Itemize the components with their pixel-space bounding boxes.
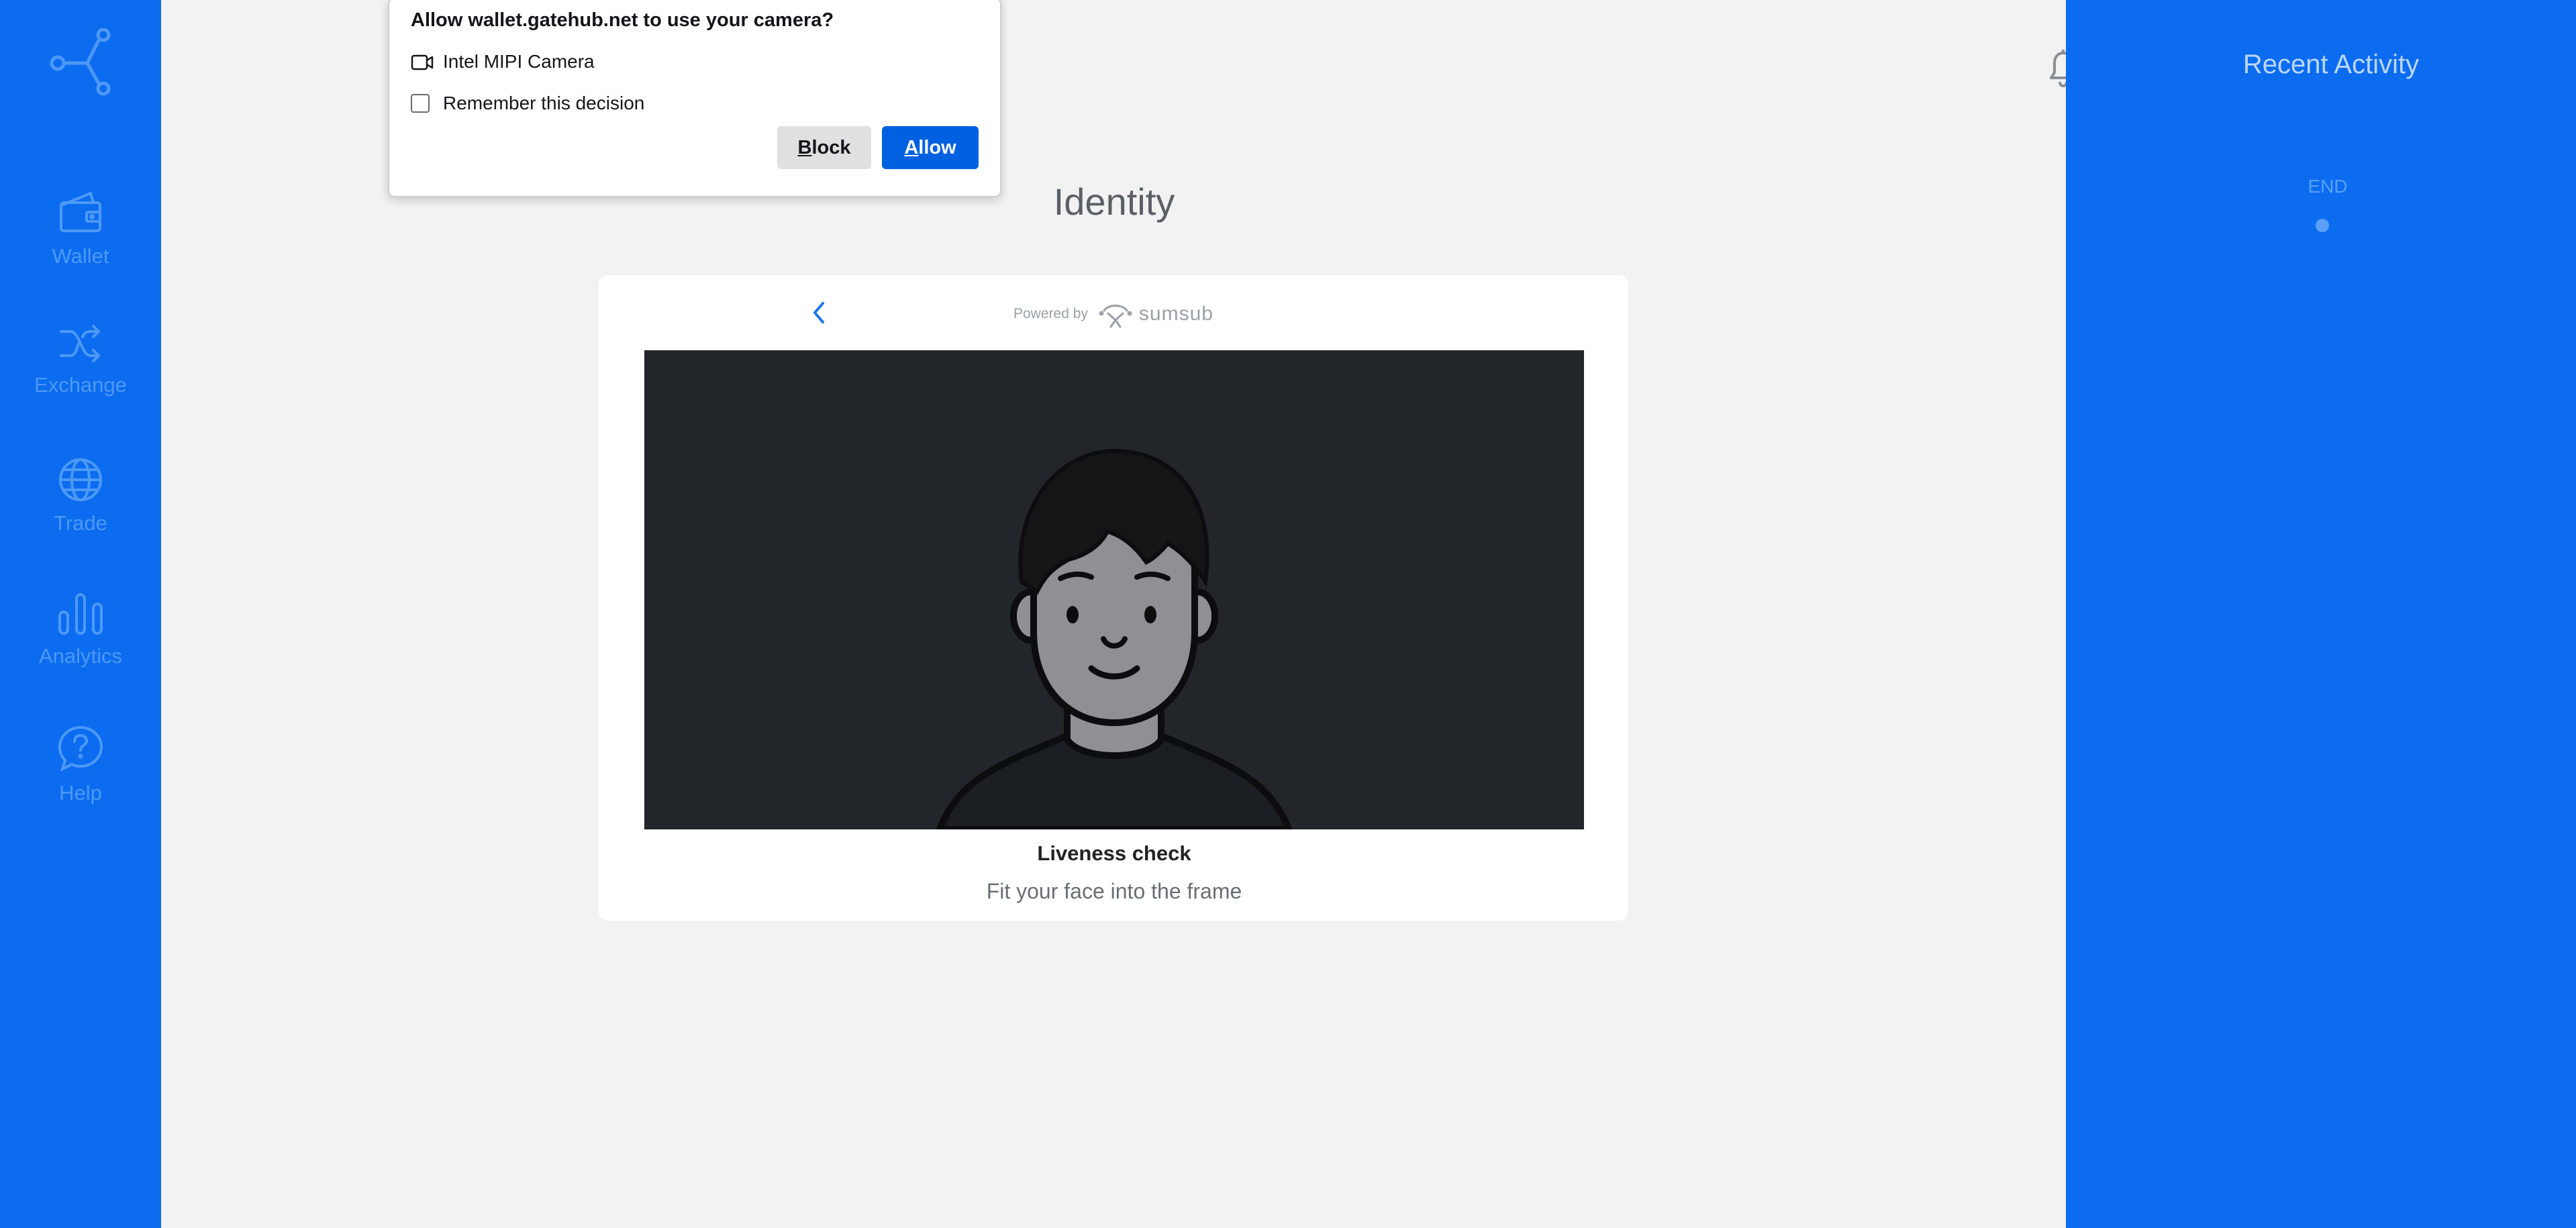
permission-title: Allow wallet.gatehub.net to use your cam… <box>411 9 834 31</box>
sidebar-item-label: Help <box>59 781 102 805</box>
page-title: Identity <box>1053 181 1175 223</box>
bar-chart-icon <box>58 593 103 635</box>
powered-by-sumsub: Powered by sumsub <box>1013 301 1213 328</box>
remember-decision-checkbox[interactable] <box>411 94 430 113</box>
block-label: lock <box>811 136 851 158</box>
face-outline-illustration <box>936 448 1293 829</box>
help-bubble-icon <box>58 725 103 772</box>
liveness-title: Liveness check <box>1037 841 1191 865</box>
back-chevron-icon[interactable] <box>805 297 832 329</box>
liveness-subtitle: Fit your face into the frame <box>986 879 1242 903</box>
wallet-icon <box>60 191 101 232</box>
share-node-logo-icon[interactable] <box>48 28 113 98</box>
sumsub-logo-icon <box>1099 305 1132 328</box>
globe-icon <box>59 458 102 501</box>
allow-label: llow <box>918 136 956 158</box>
timeline-end-dot <box>2316 219 2329 232</box>
sidebar-item-label: Trade <box>54 511 107 535</box>
block-button[interactable]: Block <box>777 126 871 169</box>
shuffle-icon <box>60 325 100 362</box>
recent-activity-title: Recent Activity <box>2242 50 2420 79</box>
sidebar-item-trade[interactable]: Trade <box>0 456 161 557</box>
camera-preview <box>644 350 1584 829</box>
sidebar-item-label: Exchange <box>34 373 127 397</box>
sidebar-item-help[interactable]: Help <box>0 725 161 825</box>
camera-permission-prompt: Allow wallet.gatehub.net to use your cam… <box>388 0 1001 197</box>
block-accesskey: B <box>797 136 812 158</box>
camera-device-label: Intel MIPI Camera <box>443 51 595 72</box>
recent-activity-panel: Recent Activity END <box>2066 0 2576 1228</box>
video-camera-icon <box>411 54 434 70</box>
sidebar-item-exchange[interactable]: Exchange <box>0 322 161 423</box>
timeline-end-label: END <box>2308 176 2348 197</box>
allow-button[interactable]: Allow <box>882 126 979 169</box>
sidebar-item-wallet[interactable]: Wallet <box>0 191 161 291</box>
sidebar-item-analytics[interactable]: Analytics <box>0 592 161 693</box>
sidebar-item-label: Analytics <box>38 644 123 668</box>
sidebar: Wallet Exchange Trade Analytics Help <box>0 0 161 1228</box>
provider-name: sumsub <box>1138 303 1213 325</box>
sidebar-item-label: Wallet <box>52 244 109 268</box>
powered-by-label: Powered by <box>1013 306 1088 321</box>
remember-decision-label[interactable]: Remember this decision <box>443 93 644 114</box>
allow-accesskey: A <box>904 136 919 158</box>
